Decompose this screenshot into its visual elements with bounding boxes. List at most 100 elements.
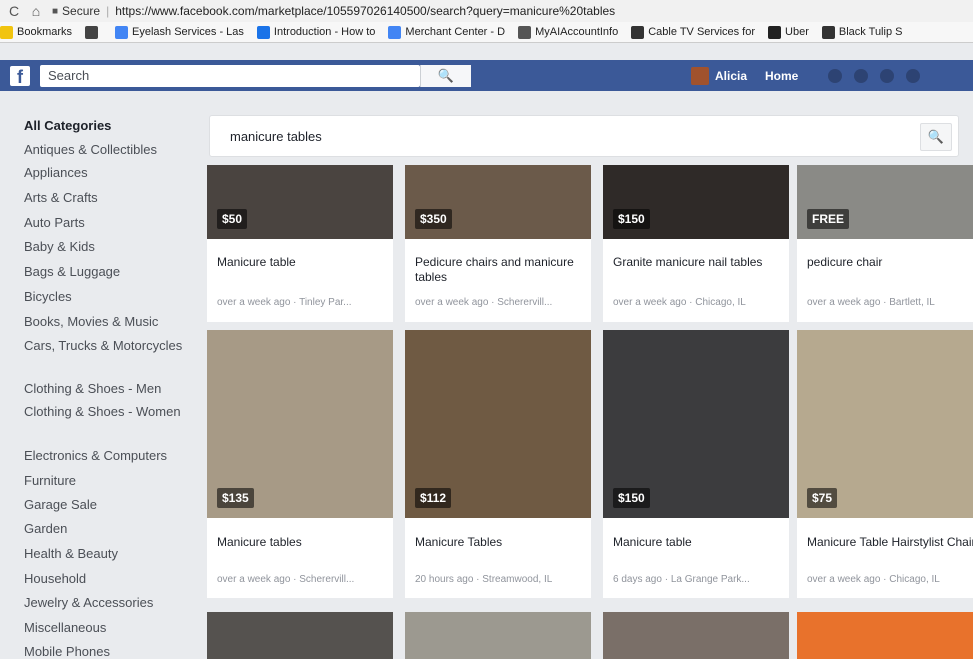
divider: | <box>106 4 110 18</box>
sidebar-item-garden[interactable]: Garden <box>24 521 194 536</box>
sidebar-item-antiques-collectibles[interactable]: Antiques & Collectibles <box>24 142 194 157</box>
globe-icon: globe-icon <box>518 25 532 39</box>
listing-card[interactable]: #2f2a28$150Granite manicure nail tableso… <box>603 165 789 322</box>
listing-title[interactable]: Manicure tables <box>217 535 387 550</box>
listing-card[interactable]: #3c3c3e$150Manicure table6 days ago · La… <box>603 330 789 598</box>
home-icon[interactable]: ⌂ <box>28 3 44 19</box>
listing-image[interactable]: #9c9990 <box>405 612 591 659</box>
sidebar-item-furniture[interactable]: Furniture <box>24 473 194 488</box>
r-icon: r-icon <box>821 25 835 39</box>
listing-image[interactable]: #e8722c <box>797 612 973 659</box>
facebook-search-input[interactable]: Search <box>40 64 420 87</box>
listing-title[interactable]: Pedicure chairs and manicure tables <box>415 255 585 285</box>
sidebar-item-garage-sale[interactable]: Garage Sale <box>24 497 194 512</box>
marketplace-search-input[interactable]: manicure tables <box>230 129 322 144</box>
lock-icon: ■ <box>52 5 59 17</box>
category-sidebar: All Categories Antiques & Collectibles App… <box>0 91 200 659</box>
listing-card[interactable]: #55524f <box>207 612 393 659</box>
sidebar-item-arts-crafts[interactable]: Arts & Crafts <box>24 190 194 205</box>
yelp-icon: yelp-icon <box>85 25 99 39</box>
sidebar-item-books-movies-music[interactable]: Books, Movies & Music <box>24 314 194 329</box>
bookmarks-bar: star-iconBookmarksyelp-icongoogle-iconEy… <box>0 22 973 43</box>
reload-icon[interactable]: C <box>6 3 22 19</box>
messages-icon[interactable] <box>854 68 869 83</box>
search-icon[interactable]: 🔍 <box>920 123 952 151</box>
facebook-top-bar: f Search 🔍 Alicia Home <box>0 60 973 91</box>
sidebar-item-household[interactable]: Household <box>24 571 194 586</box>
sidebar-item-cars-trucks-motorcycles[interactable]: Cars, Trucks & Motorcycles <box>24 338 194 353</box>
listing-title[interactable]: Manicure Tables <box>415 535 585 550</box>
bookmark-label: Eyelash Services - Las <box>132 26 244 38</box>
uber-icon: uber-icon <box>768 25 782 39</box>
profile-link[interactable]: Alicia <box>691 66 748 85</box>
s-icon: s-icon <box>631 25 645 39</box>
listing-card[interactable]: #4a4440$50Manicure tableover a week ago … <box>207 165 393 322</box>
friend-requests-icon[interactable] <box>828 68 843 83</box>
price-badge: FREE <box>807 209 850 229</box>
facebook-logo-icon[interactable]: f <box>10 65 30 87</box>
price-badge: $135 <box>217 488 254 508</box>
bookmark-item[interactable]: star-icon Bookmarks <box>0 25 72 39</box>
listing-card[interactable]: #6f5a43$112Manicure Tables20 hours ago ·… <box>405 330 591 598</box>
notifications-icon[interactable] <box>880 68 895 83</box>
bookmark-item[interactable]: s-iconCable TV Services for <box>631 25 756 39</box>
listing-title[interactable]: Manicure table <box>613 535 783 550</box>
bookmark-item[interactable]: r-iconBlack Tulip S <box>821 25 902 39</box>
bookmark-item[interactable]: google-iconEyelash Services - Las <box>115 25 244 39</box>
sidebar-item-bags-luggage[interactable]: Bags & Luggage <box>24 264 194 279</box>
listing-card[interactable]: #6b5a4a$350Pedicure chairs and manicure … <box>405 165 591 322</box>
bookmark-item[interactable]: uber-iconUber <box>768 25 809 39</box>
bookmark-item[interactable]: google-iconMerchant Center - D <box>388 25 506 39</box>
listing-image[interactable]: #55524f <box>207 612 393 659</box>
sidebar-item-auto-parts[interactable]: Auto Parts <box>24 215 194 230</box>
bookmark-label: Merchant Center - D <box>405 26 506 38</box>
listing-title[interactable]: Manicure Table Hairstylist Chair <box>807 535 973 550</box>
sidebar-item-appliances[interactable]: Appliances <box>24 165 194 180</box>
listing-meta: over a week ago · Tinley Par... <box>217 297 352 308</box>
marketplace-search[interactable]: manicure tables 🔍 <box>209 115 959 157</box>
sidebar-item-miscellaneous[interactable]: Miscellaneous <box>24 620 194 635</box>
listing-image[interactable]: #7a6f68 <box>603 612 789 659</box>
sidebar-item-mobile-phones[interactable]: Mobile Phones <box>24 644 194 659</box>
listing-meta: over a week ago · Scherervill... <box>415 297 553 308</box>
sidebar-item-clothing-shoes-women[interactable]: Clothing & Shoes - Women <box>24 404 194 419</box>
sidebar-item-bicycles[interactable]: Bicycles <box>24 289 194 304</box>
home-link[interactable]: Home <box>765 69 798 83</box>
user-name: Alicia <box>715 68 748 83</box>
url-field[interactable]: https://www.facebook.com/marketplace/105… <box>115 4 615 18</box>
sidebar-item-clothing-shoes-men[interactable]: Clothing & Shoes - Men <box>24 381 194 396</box>
listing-title[interactable]: pedicure chair <box>807 255 973 270</box>
listing-meta: 20 hours ago · Streamwood, IL <box>415 574 553 585</box>
price-badge: $150 <box>613 488 650 508</box>
listing-card[interactable]: #b6a98f$75Manicure Table Hairstylist Cha… <box>797 330 973 598</box>
bookmark-item[interactable]: yelp-icon <box>85 25 102 39</box>
listing-title[interactable]: Granite manicure nail tables <box>613 255 783 270</box>
listing-card[interactable]: #7a6f68 <box>603 612 789 659</box>
price-badge: $112 <box>415 488 452 508</box>
help-icon[interactable] <box>906 68 921 83</box>
bookmark-item[interactable]: globe-iconMyAIAccountInfo <box>518 25 618 39</box>
search-icon[interactable]: 🔍 <box>420 64 471 87</box>
sidebar-item-baby-kids[interactable]: Baby & Kids <box>24 239 194 254</box>
bookmark-label: Cable TV Services for <box>648 26 756 38</box>
price-badge: $150 <box>613 209 650 229</box>
listing-title[interactable]: Manicure table <box>217 255 387 270</box>
star-icon: star-icon <box>0 25 13 39</box>
google-icon: google-icon <box>388 25 402 39</box>
price-badge: $350 <box>415 209 452 229</box>
listing-meta: 6 days ago · La Grange Park... <box>613 574 750 585</box>
sidebar-item-health-beauty[interactable]: Health & Beauty <box>24 546 194 561</box>
listing-card[interactable]: #e8722c <box>797 612 973 659</box>
sidebar-item-jewelry-accessories[interactable]: Jewelry & Accessories <box>24 595 194 610</box>
listing-card[interactable]: #9c9990 <box>405 612 591 659</box>
price-badge: $75 <box>807 488 838 508</box>
notification-icons <box>828 68 932 83</box>
listing-card[interactable]: #a79a86$135Manicure tablesover a week ag… <box>207 330 393 598</box>
bookmark-label: Uber <box>785 26 809 38</box>
sidebar-item-electronics-computers[interactable]: Electronics & Computers <box>24 448 194 463</box>
price-badge: $50 <box>217 209 248 229</box>
bookmark-item[interactable]: cloud-iconIntroduction - How to <box>256 25 375 39</box>
listing-meta: over a week ago · Chicago, IL <box>807 574 940 585</box>
listing-card[interactable]: #8a8a86FREEpedicure chairover a week ago… <box>797 165 973 322</box>
sidebar-item-all-categories[interactable]: All Categories <box>24 118 194 133</box>
